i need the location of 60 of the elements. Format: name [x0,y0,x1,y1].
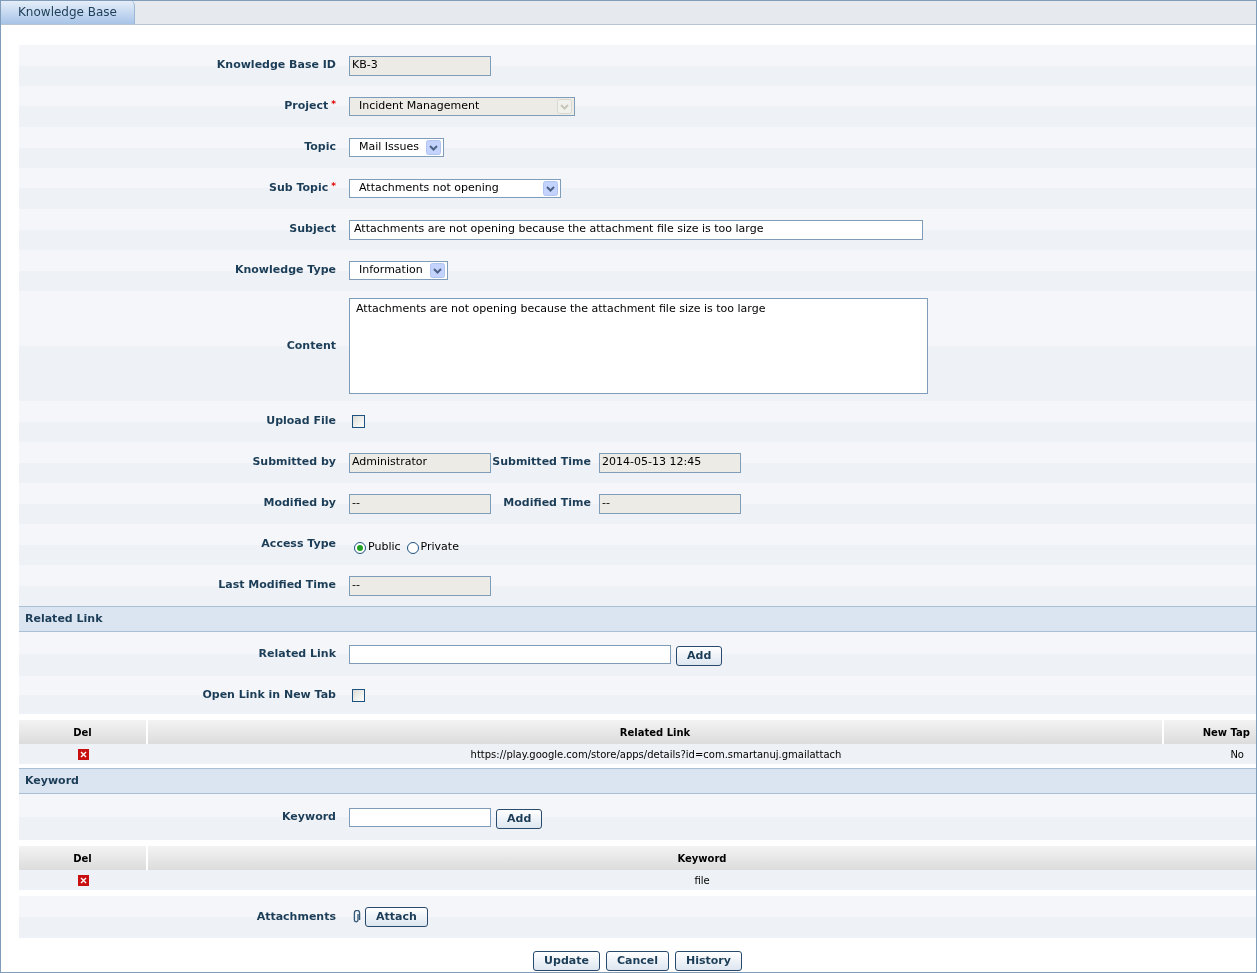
field-label: Related Link [258,646,336,660]
field-label: Upload File [266,414,336,428]
table-cell-text: No [1229,747,1245,762]
read-only-field: -- [349,493,491,514]
paperclip-icon [352,910,361,924]
action-button[interactable]: Attach [365,907,428,927]
field-label: Subject [289,222,336,236]
chevron-down-icon [426,140,441,155]
section-header: Keyword [19,768,1256,794]
delete-icon[interactable] [78,874,89,886]
radio-label: Private [420,539,459,556]
field-label: Open Link in New Tab [202,687,336,701]
read-only-field: -- [349,575,491,596]
action-button[interactable]: Update [533,951,600,971]
required-mark: * [331,181,336,192]
action-button[interactable]: Add [496,809,543,830]
field-label: Keyword [282,809,336,823]
field-label: Submitted Time [491,454,592,471]
dropdown[interactable]: Information [349,261,448,280]
tab[interactable]: Knowledge Base [1,1,135,24]
field-label: Knowledge Type [234,263,336,277]
column-header: Keyword [676,851,728,866]
chevron-down-icon [557,99,572,114]
field-label: Project [284,99,329,113]
chevron-down-icon [543,181,558,196]
checkbox[interactable] [352,688,365,702]
field-label: Modified Time [502,495,592,512]
content-textarea[interactable]: Attachments are not opening because the attachment file size is too large [349,298,928,394]
read-only-field: -- [599,493,741,514]
field-label: Last Modified Time [218,578,336,592]
column-header: New Tap [1201,725,1251,740]
field-label: Content [286,338,336,352]
dropdown[interactable]: Mail Issues [349,138,444,157]
delete-icon[interactable] [78,748,89,760]
read-only-field: Administrator [349,452,491,473]
field-label: Modified by [263,496,336,510]
checkbox[interactable] [352,415,365,428]
chevron-down-icon [430,263,445,278]
table-cell-text: https://play.google.com/store/apps/details?id=com.smartanuj.gmailattach [469,747,843,762]
field-label: Attachments [256,909,336,923]
field-label: Sub Topic [269,181,329,195]
keyword-field[interactable] [349,807,491,827]
read-only-field: 2014-05-13 12:45 [599,452,741,473]
field-label: Access Type [261,537,336,551]
radio-button[interactable] [406,541,419,554]
dropdown[interactable]: Attachments not opening [349,179,561,198]
field-label: Submitted by [252,455,336,469]
radio-button[interactable] [354,541,366,554]
subject-field[interactable]: Attachments are not opening because the attachment file size is too large [349,219,923,240]
table-cell-text: file [693,873,711,888]
section-header: Related Link [19,606,1256,632]
radio-label: Public [368,539,401,556]
related-link-field[interactable] [349,644,671,664]
action-button[interactable]: History [675,951,742,971]
required-mark: * [331,99,336,110]
action-button[interactable]: Cancel [605,951,669,971]
field-label: Topic [304,140,336,154]
field-label: Knowledge Base ID [216,58,336,72]
action-button[interactable]: Add [676,646,723,667]
read-only-field: KB-3 [349,55,491,76]
